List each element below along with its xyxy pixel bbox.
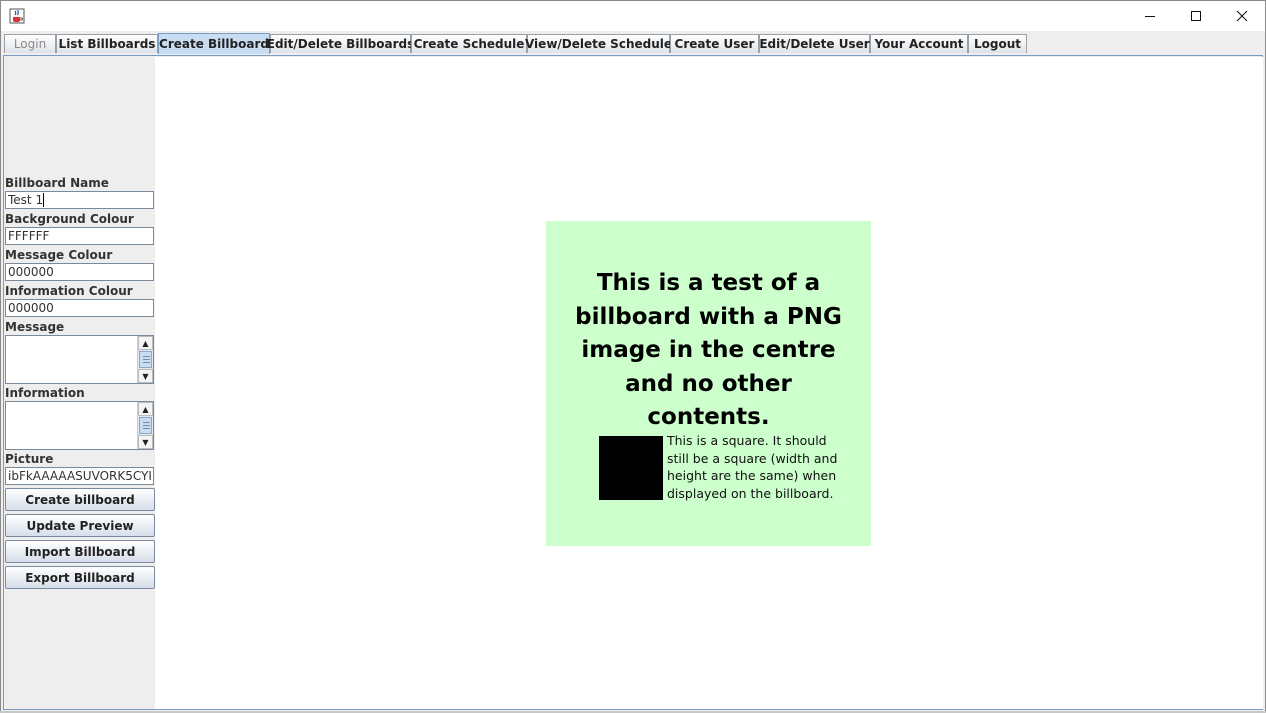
billboard-preview: This is a test of a billboard with a PNG… [546,221,871,546]
picture-field[interactable]: ibFkAAAAASUVORK5CYII= [5,467,154,485]
maximize-button[interactable] [1173,1,1219,31]
text-cursor [43,193,45,207]
information-scrollbar[interactable]: ▲ ▼ [137,402,153,449]
billboard-preview-area: This is a test of a billboard with a PNG… [155,57,1263,709]
billboard-name-label: Billboard Name [5,176,109,190]
scroll-up-button[interactable]: ▲ [138,402,153,416]
title-bar[interactable] [1,1,1265,31]
information-textarea[interactable]: ▲ ▼ [5,401,154,450]
scroll-thumb[interactable] [139,417,152,434]
billboard-form-panel: Billboard Name Test 1 Background Colour … [5,57,155,709]
tab-view-delete-schedule[interactable]: View/Delete Schedule [525,34,672,53]
minimize-button[interactable] [1127,1,1173,31]
arrow-down-icon: ▼ [142,437,149,447]
picture-label: Picture [5,452,54,466]
tab-edit-delete-user[interactable]: Edit/Delete User [759,34,870,53]
message-label: Message [5,320,65,334]
background-colour-field[interactable]: FFFFFF [5,227,154,245]
billboard-name-value: Test 1 [8,193,44,207]
tab-your-account[interactable]: Your Account [870,34,968,53]
scroll-down-button[interactable]: ▼ [138,435,153,449]
message-scrollbar[interactable]: ▲ ▼ [137,336,153,383]
update-preview-button[interactable]: Update Preview [5,514,155,537]
billboard-picture-square [599,436,663,500]
message-line: This is a test of a [596,270,821,296]
close-button[interactable] [1219,1,1265,31]
create-billboard-button[interactable]: Create billboard [5,488,155,511]
message-line: image in the centre [581,337,836,363]
message-line: billboard with a PNG [575,303,842,330]
minimize-icon [1145,16,1155,17]
message-textarea[interactable]: ▲ ▼ [5,335,154,384]
tab-list-billboards[interactable]: List Billboards [56,34,158,53]
maximize-icon [1191,11,1201,21]
import-billboard-button[interactable]: Import Billboard [5,540,155,563]
information-label: Information [5,386,85,400]
arrow-down-icon: ▼ [142,371,149,381]
java-cup-icon [9,8,25,24]
message-colour-label: Message Colour [5,248,113,262]
caption-line: height are the same) when [667,468,837,483]
scroll-up-button[interactable]: ▲ [138,336,153,350]
arrow-up-icon: ▲ [142,404,149,414]
caption-line: displayed on the billboard. [667,485,834,501]
tab-create-schedule[interactable]: Create Schedule [411,34,527,53]
export-billboard-button[interactable]: Export Billboard [5,566,155,589]
information-colour-label: Information Colour [5,284,133,298]
background-colour-label: Background Colour [5,212,134,226]
billboard-message: This is a test of a billboard with a PNG… [566,267,851,435]
tab-create-billboard[interactable]: Create Billboard [158,33,270,54]
message-line: and no other contents. [625,370,792,431]
information-colour-field[interactable]: 000000 [5,299,154,317]
billboard-picture-caption: This is a square. It should still be a s… [667,432,847,502]
tab-login[interactable]: Login [4,34,56,53]
scroll-thumb[interactable] [139,351,152,368]
tab-edit-delete-billboards[interactable]: Edit/Delete Billboards [267,34,414,53]
tab-logout[interactable]: Logout [968,34,1027,53]
message-colour-field[interactable]: 000000 [5,263,154,281]
arrow-up-icon: ▲ [142,338,149,348]
application-window: Login List Billboards Create Billboard E… [0,0,1266,713]
close-icon [1236,10,1248,22]
caption-line: still be a square (width and [667,450,838,466]
tab-bar: Login List Billboards Create Billboard E… [1,32,1265,56]
billboard-name-field[interactable]: Test 1 [5,191,154,209]
scroll-down-button[interactable]: ▼ [138,369,153,383]
caption-line: This is a square. It should [667,433,827,448]
tab-create-user[interactable]: Create User [670,34,759,53]
